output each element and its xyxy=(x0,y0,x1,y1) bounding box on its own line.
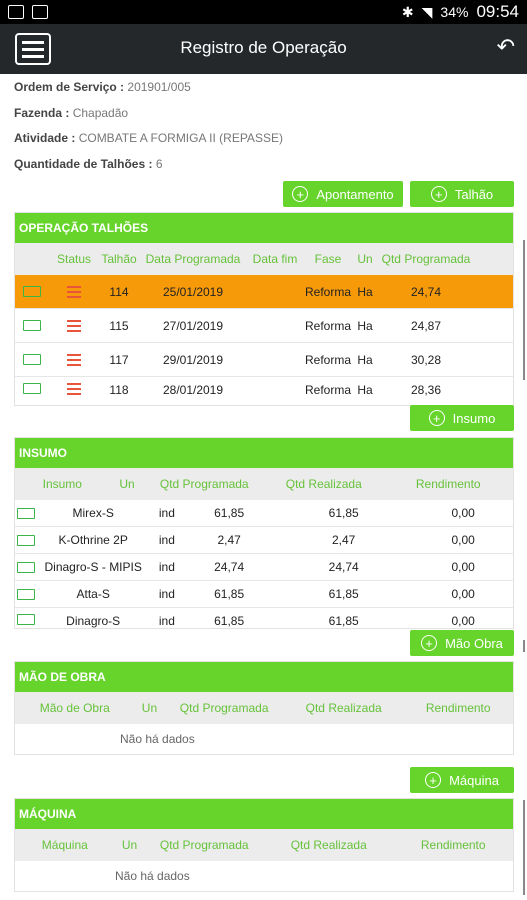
battery-level: 34% xyxy=(440,4,469,20)
table-header: Mão de Obra Un Qtd Programada Qtd Realiz… xyxy=(15,692,513,724)
apontamento-button[interactable]: + Apontamento xyxy=(283,181,403,207)
notification-icon xyxy=(8,5,24,19)
section-title: MÃO DE OBRA xyxy=(15,662,513,692)
list-icon[interactable] xyxy=(67,319,81,332)
clock: 09:54 xyxy=(476,2,519,21)
list-icon[interactable] xyxy=(67,285,81,298)
section-title: MÁQUINA xyxy=(15,799,513,829)
undo-icon[interactable]: ↶ xyxy=(497,34,515,60)
scrollbar[interactable] xyxy=(523,240,525,380)
table-header: Máquina Un Qtd Programada Qtd Realizada … xyxy=(15,829,513,861)
plus-icon: + xyxy=(428,410,445,426)
status-bar: ✱ ◥ 34% 09:54 xyxy=(0,0,527,24)
empty-message: Não há dados xyxy=(120,732,195,746)
image-icon xyxy=(32,5,48,19)
talhao-button[interactable]: + Talhão xyxy=(410,181,514,207)
monitor-icon[interactable] xyxy=(23,286,41,297)
scrollbar[interactable] xyxy=(523,800,525,895)
table-row[interactable]: 115 27/01/2019 Reforma Ha 24,87 xyxy=(15,309,513,343)
section-title: OPERAÇÃO TALHÕES xyxy=(15,213,513,243)
table-row[interactable]: Mirex-S ind 61,85 61,85 0,00 xyxy=(15,500,513,527)
monitor-icon[interactable] xyxy=(16,507,35,519)
plus-icon: + xyxy=(425,772,442,788)
monitor-icon[interactable] xyxy=(16,588,35,600)
table-row[interactable]: 118 28/01/2019 Reforma Ha 28,36 xyxy=(15,377,513,405)
page-title: Registro de Operação xyxy=(180,38,347,57)
monitor-icon[interactable] xyxy=(16,614,35,625)
table-row[interactable]: K-Othrine 2P ind 2,47 2,47 0,00 xyxy=(15,527,513,554)
bluetooth-icon: ✱ xyxy=(401,3,414,20)
table-row[interactable]: 117 29/01/2019 Reforma Ha 30,28 xyxy=(15,343,513,377)
empty-message: Não há dados xyxy=(115,869,190,883)
table-row[interactable]: Dinagro-S ind 61,85 61,85 0,00 xyxy=(15,608,513,628)
operacao-talhoes-section: OPERAÇÃO TALHÕES Status Talhão Data Prog… xyxy=(14,212,514,406)
app-bar: Registro de Operação ↶ xyxy=(0,24,527,74)
table-header: Status Talhão Data Programada Data fim F… xyxy=(15,243,513,275)
monitor-icon[interactable] xyxy=(23,320,41,331)
mao-obra-button[interactable]: + Mão Obra xyxy=(410,630,514,656)
monitor-icon[interactable] xyxy=(16,561,35,573)
plus-icon: + xyxy=(421,635,438,651)
list-icon[interactable] xyxy=(67,353,81,366)
fazenda: Fazenda : Chapadão xyxy=(14,106,129,120)
maquina-section: MÁQUINA Máquina Un Qtd Programada Qtd Re… xyxy=(14,798,514,892)
ordem-servico: Ordem de Serviço : 201901/005 xyxy=(14,80,191,94)
atividade: Atividade : COMBATE A FORMIGA II (REPASS… xyxy=(14,131,283,145)
plus-icon: + xyxy=(430,186,447,202)
monitor-icon[interactable] xyxy=(23,354,41,365)
wifi-icon: ◥ xyxy=(421,3,433,20)
plus-icon: + xyxy=(292,186,309,202)
table-header: Insumo Un Qtd Programada Qtd Realizada R… xyxy=(15,468,513,500)
monitor-icon[interactable] xyxy=(16,534,35,546)
section-title: INSUMO xyxy=(15,438,513,468)
table-row[interactable]: 114 25/01/2019 Reforma Ha 24,74 xyxy=(15,275,513,309)
monitor-icon[interactable] xyxy=(23,383,41,394)
insumo-section: INSUMO Insumo Un Qtd Programada Qtd Real… xyxy=(14,437,514,629)
list-icon[interactable] xyxy=(67,383,81,395)
insumo-button[interactable]: + Insumo xyxy=(410,405,514,431)
scrollbar[interactable] xyxy=(523,640,525,652)
mao-de-obra-section: MÃO DE OBRA Mão de Obra Un Qtd Programad… xyxy=(14,661,514,755)
maquina-button[interactable]: + Máquina xyxy=(410,767,514,793)
table-row[interactable]: Dinagro-S - MIPIS ind 24,74 24,74 0,00 xyxy=(15,554,513,581)
table-row[interactable]: Atta-S ind 61,85 61,85 0,00 xyxy=(15,581,513,608)
quantidade-talhoes: Quantidade de Talhões : 6 xyxy=(14,157,163,171)
